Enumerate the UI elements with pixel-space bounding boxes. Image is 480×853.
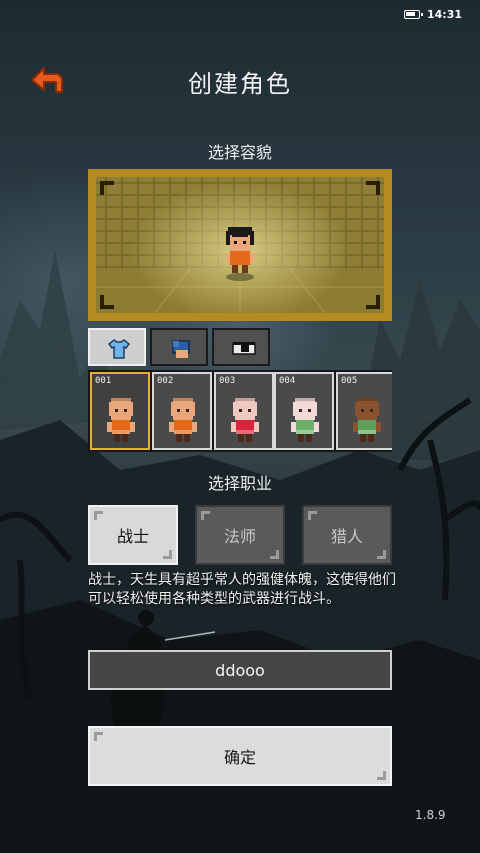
- face-sprite: [353, 398, 381, 442]
- face-option-003[interactable]: 003: [214, 372, 274, 450]
- preview-scene: [90, 171, 390, 319]
- class-label: 猎人: [330, 527, 363, 546]
- class-hunter-button[interactable]: 猎人: [302, 505, 392, 565]
- page-title: 创建角色: [188, 70, 292, 98]
- face-sprite: [231, 398, 259, 442]
- face-selection-list: 001 002 003 004 005: [88, 370, 392, 452]
- tab-eyes[interactable]: [212, 328, 270, 366]
- character-preview: [88, 169, 392, 321]
- corner-decoration: [377, 550, 386, 559]
- face-number: 002: [157, 376, 174, 386]
- profession-label: 选择职业: [207, 474, 272, 493]
- battery-icon: [404, 10, 423, 19]
- version-label: 1.8.9: [415, 808, 446, 822]
- face-number: 003: [219, 376, 236, 386]
- corner-decoration: [201, 511, 210, 520]
- class-mage-button[interactable]: 法师: [195, 505, 285, 565]
- face-option-004[interactable]: 004: [274, 372, 334, 450]
- confirm-label: 确定: [223, 748, 256, 767]
- corner-decoration: [94, 511, 103, 520]
- class-warrior-button[interactable]: 战士: [88, 505, 178, 565]
- class-label: 法师: [223, 527, 256, 546]
- status-bar: 14:31: [0, 0, 480, 30]
- confirm-button[interactable]: 确定: [88, 726, 392, 786]
- tab-hair[interactable]: [150, 328, 208, 366]
- corner-decoration: [377, 771, 386, 780]
- appearance-label: 选择容貌: [207, 143, 272, 162]
- appearance-tabs: [88, 328, 392, 366]
- face-option-001[interactable]: 001: [90, 372, 150, 450]
- face-option-005[interactable]: 005: [336, 372, 392, 450]
- face-sprite: [107, 398, 135, 442]
- hair-icon: [172, 340, 190, 358]
- face-number: 005: [341, 376, 358, 386]
- face-sprite: [291, 398, 319, 442]
- class-label: 战士: [116, 527, 149, 546]
- class-description: 战士，天生具有超乎常人的强健体魄，这使得他们可以轻松使用各种类型的武器进行战斗。: [88, 572, 396, 607]
- tab-clothing[interactable]: [88, 328, 146, 366]
- face-sprite: [169, 398, 197, 442]
- face-number: 001: [95, 376, 112, 386]
- face-number: 004: [279, 376, 296, 386]
- corner-decoration: [308, 511, 317, 520]
- shirt-icon: [108, 339, 130, 359]
- corner-decoration: [163, 550, 172, 559]
- face-option-002[interactable]: 002: [152, 372, 212, 450]
- character-name-input[interactable]: [88, 650, 392, 690]
- corner-decoration: [270, 550, 279, 559]
- eye-icon: [232, 342, 256, 355]
- status-time: 14:31: [427, 8, 463, 21]
- corner-decoration: [94, 732, 103, 741]
